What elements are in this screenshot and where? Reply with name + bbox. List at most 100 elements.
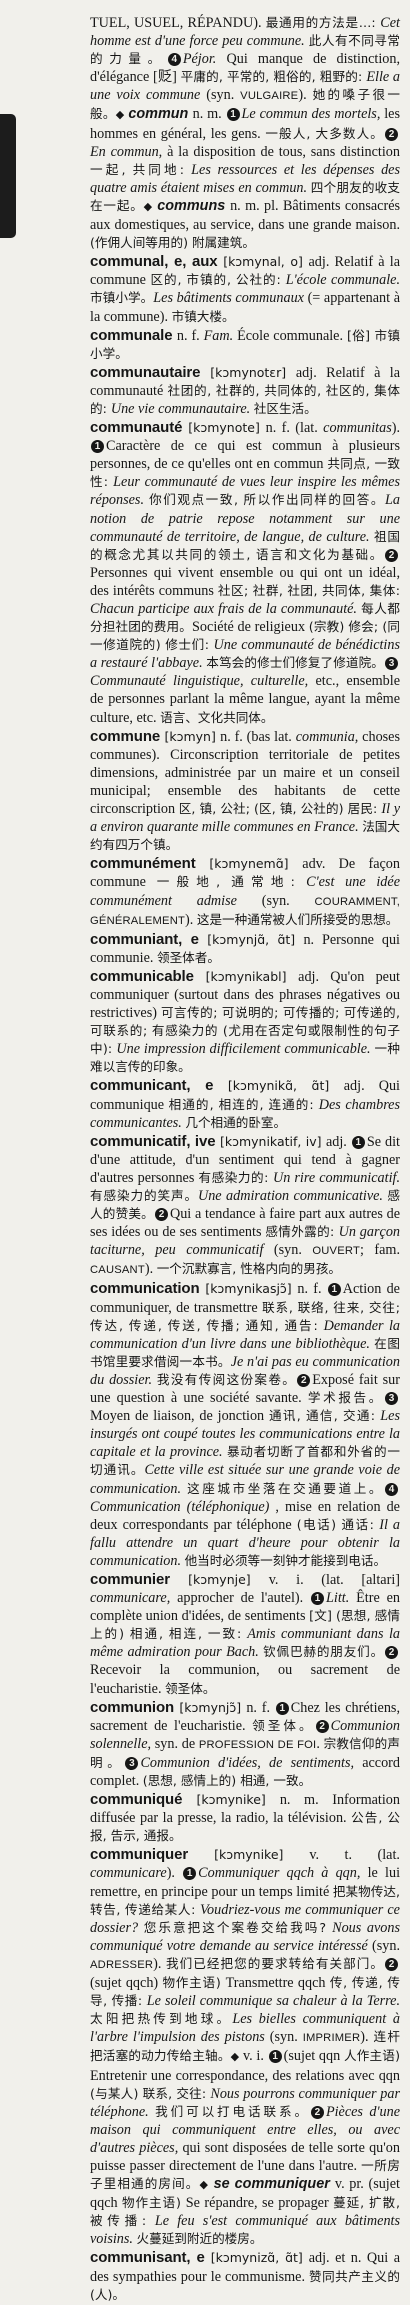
chinese-translation: 他当时必须等一刻钟才能接到电话。 bbox=[184, 1552, 387, 1568]
definition-text: (syn. bbox=[269, 2029, 303, 2046]
definition-text: ). bbox=[360, 2029, 374, 2046]
chinese-translation: (宗教) 修会; bbox=[308, 619, 383, 635]
definition-text: (syn. bbox=[372, 1937, 400, 1954]
chinese-translation: 语言、文化共同体。 bbox=[160, 709, 274, 725]
chinese-translation: 感情外露的: bbox=[265, 1224, 339, 1240]
pronunciation: [kɔmynikabl] bbox=[205, 968, 299, 984]
headword: communicatif, ive bbox=[90, 1132, 220, 1150]
chinese-translation: (思想, 感情上的) 相通, 一致。 bbox=[142, 1773, 312, 1788]
chinese-translation: 一般人, 大多数人。 bbox=[265, 125, 384, 141]
definition-text: ; fam. bbox=[359, 1242, 401, 1259]
chinese-translation: 区, 镇, 公社; (区, 镇, 公社的) 居民: bbox=[178, 801, 382, 817]
dictionary-page: TUEL, USUEL, RÉPANDU). 最通用的方法是…: Cet hom… bbox=[0, 0, 410, 2302]
definition-text: n. f. bbox=[246, 1699, 275, 1716]
definition-text: (sujet qqn bbox=[283, 2048, 344, 2065]
sense-number: 3 bbox=[385, 657, 398, 671]
example-text: communia, bbox=[295, 728, 363, 745]
dictionary-entry: communiqué [kɔmynike] n. m. Information … bbox=[90, 1791, 400, 1845]
chinese-translation: (作佣人间等用的) 附属建筑。 bbox=[90, 235, 255, 251]
definition-text: n. f. (bas lat. bbox=[220, 728, 296, 745]
example-text: En commun, bbox=[90, 143, 168, 160]
dictionary-entry: communal, e, aux [kɔmynal, o] adj. Relat… bbox=[90, 253, 400, 325]
chinese-translation: 你们观点一致, 所以作出同样的回答。 bbox=[149, 492, 386, 508]
definition-text: ). bbox=[298, 87, 313, 104]
pronunciation: [kɔmynemɑ̃] bbox=[209, 856, 303, 872]
sense-number: 1 bbox=[226, 108, 240, 122]
dictionary-entry: communiquer [kɔmynike] v. t. (lat. commu… bbox=[90, 1846, 400, 2248]
diamond-marker: ◆ bbox=[199, 2178, 214, 2192]
dictionary-entry: communicatif, ive [kɔmynikatif, iv] adj.… bbox=[90, 1133, 400, 1280]
pronunciation: [kɔmyn] bbox=[164, 728, 221, 744]
definition-text: Se répandre, se propager bbox=[185, 2195, 334, 2212]
chinese-translation: 市镇小学。 bbox=[90, 290, 154, 306]
sense-number: 4 bbox=[167, 53, 181, 67]
example-text: Péjor. bbox=[182, 51, 227, 68]
dictionary-column: TUEL, USUEL, RÉPANDU). 最通用的方法是…: Cet hom… bbox=[90, 14, 400, 2305]
dictionary-entry: communicable [kɔmynikabl] adj. Qu'on peu… bbox=[90, 968, 400, 1077]
headword: communément bbox=[90, 855, 210, 873]
dictionary-entry: communale n. f. Fam. École communale. [俗… bbox=[90, 327, 400, 363]
synonym-smallcaps: ADRESSER bbox=[90, 1958, 154, 1971]
chinese-translation: 我们可以打电话联系。 bbox=[155, 2103, 310, 2119]
definition-text: ). bbox=[166, 1865, 183, 1882]
chinese-translation: 一个沉默寡言, 性格内向的男孩。 bbox=[156, 1261, 342, 1277]
dictionary-entry: communautaire [kɔmynotɛr] adj. Relatif à… bbox=[90, 364, 400, 418]
headword: communiqué bbox=[90, 1791, 197, 1809]
chinese-translation: 一般地, 通常地: bbox=[156, 874, 307, 890]
sense-number: 1 bbox=[351, 1135, 365, 1149]
chinese-translation: 通讯, 通信, 交通: bbox=[268, 1408, 381, 1424]
definition-text: Recevoir la communion, ou sacrement de l… bbox=[90, 1662, 400, 1697]
chinese-translation: 这座城市坐落在交通要道上。 bbox=[187, 1480, 384, 1496]
chinese-translation: 物作主语) bbox=[122, 2195, 186, 2211]
headword: communier bbox=[90, 1570, 189, 1588]
chinese-translation: 相通的, 相连的, 连通的: bbox=[168, 1096, 319, 1112]
diamond-marker: ◆ bbox=[115, 108, 129, 122]
definition-text: ). bbox=[144, 1261, 157, 1278]
chinese-translation: (电话) 通话: bbox=[296, 1516, 380, 1532]
headword: communicable bbox=[90, 967, 206, 985]
headword: communautaire bbox=[90, 363, 211, 381]
dictionary-entry: commune [kɔmyn] n. f. (bas lat. communia… bbox=[90, 728, 400, 855]
sense-number: 1 bbox=[268, 2050, 282, 2064]
chinese-translation: 人作主语) bbox=[343, 2048, 400, 2064]
definition-text: . bbox=[316, 1735, 324, 1752]
pronunciation: [kɔmynje] bbox=[188, 1571, 269, 1587]
example-text: Une impression difficilement communicabl… bbox=[116, 1041, 375, 1058]
definition-text: (sujet qqch) bbox=[90, 1975, 163, 1992]
dictionary-entry: communier [kɔmynje] v. i. (lat. [altari]… bbox=[90, 1571, 400, 1698]
sense-number: 2 bbox=[310, 2105, 324, 2119]
definition-text: Société de religieux bbox=[192, 619, 309, 636]
definition-text: TUEL, USUEL, RÉPANDU). bbox=[90, 15, 266, 31]
headword: communication bbox=[90, 1280, 206, 1298]
pronunciation: [kɔmynizɑ̃, ɑ̃t] bbox=[210, 2250, 309, 2266]
definition-text: Entretenir une correspondance, des relat… bbox=[90, 2067, 400, 2084]
chinese-translation: 有感染力的笑声。 bbox=[90, 1188, 198, 1203]
example-text: Communiquer qqch à qqn, bbox=[198, 1865, 368, 1882]
dictionary-entry: communiant, e [kɔmynjɑ̃, ɑ̃t] n. Personn… bbox=[90, 931, 400, 967]
definition-text: v. i. bbox=[242, 2048, 268, 2065]
definition-text: ). bbox=[153, 1955, 167, 1972]
headword: commune bbox=[90, 727, 165, 745]
definition-text: n. f. (lat. bbox=[265, 420, 324, 437]
example-text: Chacun participe aux frais de la communa… bbox=[90, 601, 362, 617]
definition-text: Transmettre qqch bbox=[225, 1975, 330, 1992]
dictionary-entry: communauté [kɔmynote] n. f. (lat. commun… bbox=[90, 419, 400, 727]
headword: communicant, e bbox=[90, 1077, 228, 1095]
example-text: Communication (téléphonique) bbox=[90, 1498, 276, 1515]
synonym-smallcaps: PROFESSION DE FOI bbox=[198, 1738, 317, 1751]
chinese-translation: (与某人) 联系, 交往: bbox=[90, 2085, 211, 2101]
chinese-translation: 我们已经把您的要求转给有关部门。 bbox=[166, 1955, 385, 1971]
dictionary-entry: communisant, e [kɔmynizɑ̃, ɑ̃t] adj. et … bbox=[90, 2249, 400, 2303]
headword: communale bbox=[90, 326, 177, 344]
chinese-translation: 本笃会的修士们修复了修道院。 bbox=[206, 655, 384, 671]
sense-number: 2 bbox=[385, 1957, 399, 1971]
chinese-translation: 学术报告。 bbox=[307, 1390, 385, 1406]
sense-number: 2 bbox=[297, 1373, 311, 1387]
sense-number: 2 bbox=[315, 1719, 329, 1733]
example-text: L'école communale. bbox=[285, 272, 400, 289]
synonym-smallcaps: VULGAIRE bbox=[240, 90, 299, 103]
definition-text: n. f. bbox=[176, 327, 204, 344]
chinese-translation: 太阳把热传到地球。 bbox=[90, 2011, 233, 2027]
headword: communiant, e bbox=[90, 930, 208, 948]
definition-text: v. i. (lat. [altari] bbox=[268, 1571, 400, 1588]
